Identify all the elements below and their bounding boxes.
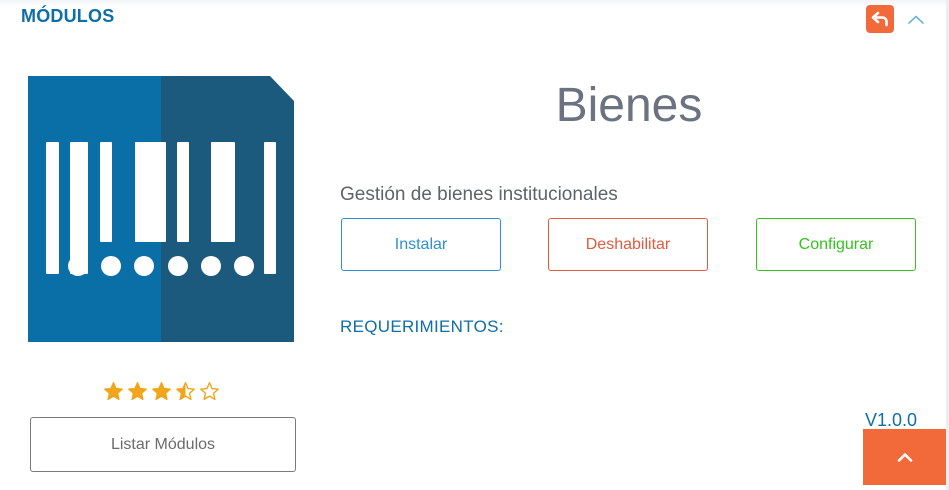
module-logo [28,76,294,342]
list-modules-button[interactable]: Listar Módulos [30,417,296,472]
requirements-label: REQUERIMIENTOS: [340,317,504,336]
star-full-icon [152,382,171,401]
undo-arrow-icon [871,11,888,27]
configure-button[interactable]: Configurar [756,218,916,271]
chevron-up-icon [907,15,925,25]
chevron-up-icon [897,453,912,462]
module-description: Gestión de bienes institucionales [340,184,618,205]
card-title: MÓDULOS [21,6,115,26]
barcode-icon [28,76,294,342]
scroll-to-top-button[interactable] [863,429,946,485]
star-full-icon [104,382,123,401]
back-button[interactable] [866,5,894,33]
star-empty-icon [200,382,219,401]
module-name: Bienes [555,79,703,132]
rating-stars [103,381,220,402]
disable-button[interactable]: Deshabilitar [548,218,708,271]
install-button[interactable]: Instalar [341,218,501,271]
star-full-icon [128,382,147,401]
module-version: V1.0.0 [864,410,917,430]
card-header-shadow [0,0,949,6]
star-half-icon [176,382,195,401]
collapse-card-button[interactable] [906,10,926,30]
